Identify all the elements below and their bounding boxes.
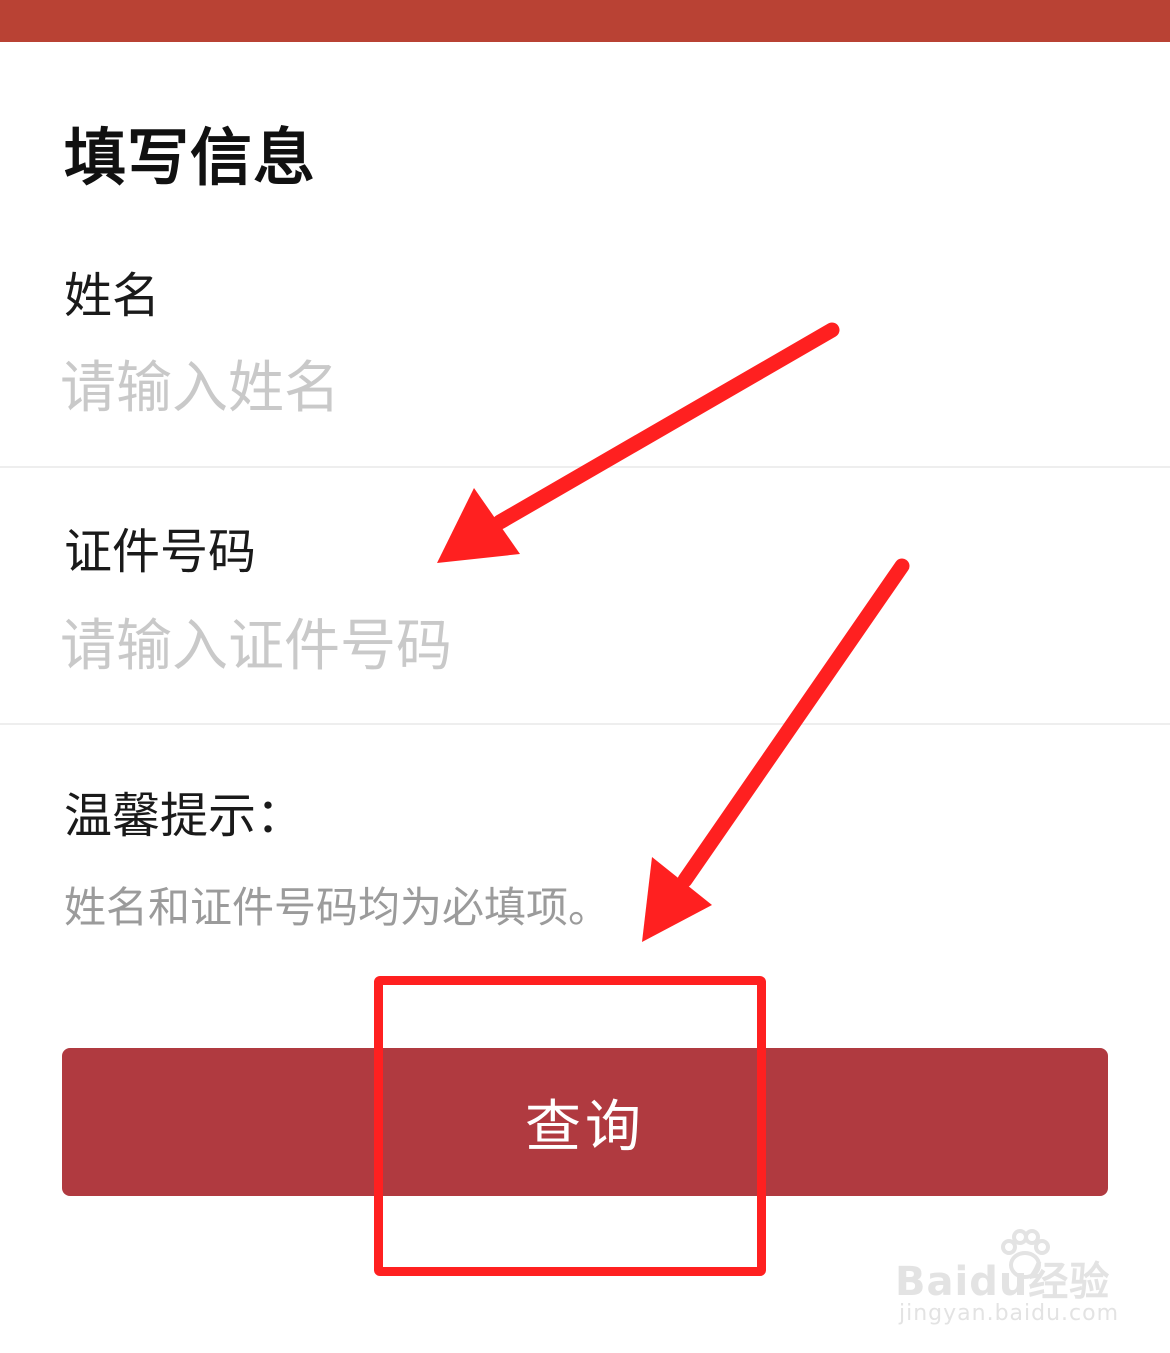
id-number-input[interactable]	[60, 608, 1110, 684]
name-input[interactable]	[60, 350, 1110, 426]
divider	[0, 466, 1170, 468]
tip-title: 温馨提示：	[64, 788, 305, 844]
divider	[0, 723, 1170, 725]
watermark: Baidu经验 jingyan.baidu.com	[895, 1225, 1155, 1335]
name-label: 姓名	[64, 268, 161, 324]
page-title: 填写信息	[64, 121, 317, 194]
watermark-url: jingyan.baidu.com	[899, 1301, 1120, 1326]
top-bar	[0, 0, 1170, 42]
id-number-label: 证件号码	[64, 524, 257, 580]
tip-text: 姓名和证件号码均为必填项。	[64, 883, 611, 932]
query-button[interactable]: 查询	[62, 1048, 1108, 1196]
watermark-brand: Baidu经验	[895, 1259, 1111, 1305]
paw-logo-icon	[1001, 1229, 1050, 1279]
